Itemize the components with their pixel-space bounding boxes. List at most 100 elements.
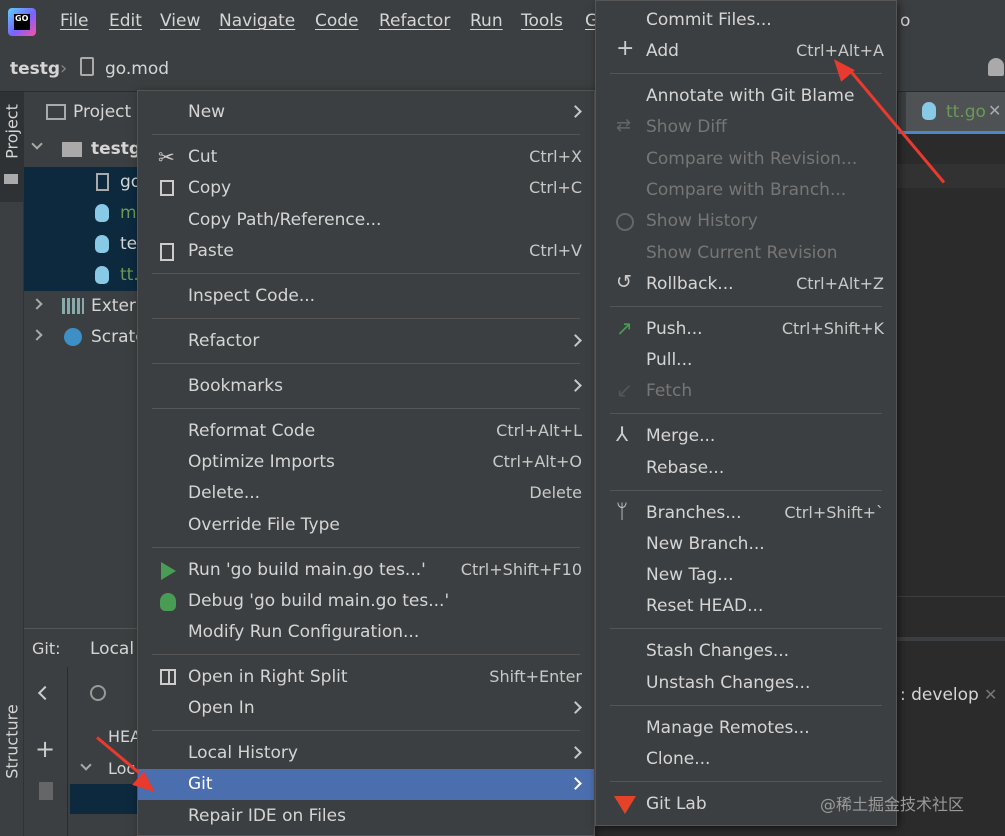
fetch-arrow-icon: ↙ — [616, 378, 633, 402]
menu-separator — [610, 781, 882, 782]
delete-icon[interactable] — [39, 782, 53, 800]
menu-item-paste[interactable]: Paste Ctrl+V — [138, 236, 594, 267]
tree-file-tt[interactable]: tt. — [24, 260, 139, 291]
menu-code[interactable]: Code — [315, 11, 359, 31]
menu-item-open-right-split[interactable]: Open in Right Split Shift+Enter — [138, 662, 594, 693]
menu-item-optimize-imports[interactable]: Optimize Imports Ctrl+Alt+O — [138, 447, 594, 478]
editor-tab-tt[interactable]: tt.go ✕ — [906, 92, 1005, 131]
menu-item-delete[interactable]: Delete... Delete — [138, 478, 594, 509]
git-menu-push[interactable]: ↗ Push... Ctrl+Shift+K — [596, 314, 896, 345]
menu-item-label: Open in Right Split — [188, 667, 348, 687]
git-panel-toolbar: + — [24, 667, 68, 836]
menu-item-open-in[interactable]: Open In — [138, 693, 594, 724]
menu-item-label: Push... — [646, 319, 703, 339]
menu-file[interactable]: File — [60, 11, 88, 31]
menu-item-inspect-code[interactable]: Inspect Code... — [138, 281, 594, 312]
goland-logo-icon[interactable]: GO — [8, 8, 36, 36]
menu-item-repair-ide[interactable]: Repair IDE on Files — [138, 801, 594, 832]
menu-item-shortcut: Ctrl+Alt+O — [492, 452, 582, 471]
menu-item-copy-path[interactable]: Copy Path/Reference... — [138, 205, 594, 236]
menu-refactor[interactable]: Refactor — [379, 11, 450, 31]
menu-item-cut[interactable]: ✂ Cut Ctrl+X — [138, 142, 594, 173]
menu-item-label: Branches... — [646, 503, 742, 523]
scratches-icon — [64, 328, 82, 346]
git-menu-show-history[interactable]: Show History — [596, 206, 896, 237]
git-menu-stash[interactable]: Stash Changes... — [596, 636, 896, 667]
git-menu-new-branch[interactable]: New Branch... — [596, 529, 896, 560]
project-tool-label: Project — [2, 104, 22, 159]
git-menu-add[interactable]: + Add Ctrl+Alt+A — [596, 36, 896, 67]
add-icon[interactable]: + — [35, 735, 55, 763]
tree-root-testg[interactable]: testg — [24, 134, 141, 165]
chevron-down-icon[interactable] — [80, 759, 92, 771]
editor-tab-label: tt.go — [946, 102, 986, 122]
menu-item-run[interactable]: Run 'go build main.go tes...' Ctrl+Shift… — [138, 555, 594, 586]
git-selected-row[interactable] — [70, 784, 138, 814]
menu-item-reformat-code[interactable]: Reformat Code Ctrl+Alt+L — [138, 416, 594, 447]
breadcrumb-file[interactable]: go.mod — [105, 59, 169, 79]
menu-item-label: Unstash Changes... — [646, 673, 811, 693]
git-menu-compare-revision[interactable]: Compare with Revision... — [596, 144, 896, 175]
editor-area[interactable] — [896, 136, 1005, 596]
git-menu-unstash[interactable]: Unstash Changes... — [596, 668, 896, 699]
menu-item-copy[interactable]: Copy Ctrl+C — [138, 173, 594, 204]
menu-item-shortcut: Ctrl+Shift+F10 — [460, 560, 582, 579]
git-menu-show-diff[interactable]: ⇄ Show Diff — [596, 112, 896, 143]
tree-scratches[interactable]: Scratc — [24, 322, 145, 353]
tree-file-label: te — [120, 234, 138, 254]
git-menu-show-current-revision[interactable]: Show Current Revision — [596, 238, 896, 269]
menu-separator — [610, 705, 882, 706]
menu-item-debug[interactable]: Debug 'go build main.go tes...' — [138, 586, 594, 617]
chevron-right-icon[interactable] — [31, 329, 43, 341]
git-menu-rollback[interactable]: ↺ Rollback... Ctrl+Alt+Z — [596, 269, 896, 300]
tree-file-test[interactable]: te — [24, 229, 138, 260]
branch-label[interactable]: : develop — [900, 685, 979, 705]
menu-item-shortcut: Ctrl+X — [529, 147, 582, 166]
menu-navigate[interactable]: Navigate — [219, 11, 295, 31]
close-icon[interactable]: ✕ — [988, 101, 1001, 120]
chevron-down-icon[interactable] — [31, 138, 43, 150]
git-menu-commit-files[interactable]: Commit Files... — [596, 5, 896, 36]
menu-tools[interactable]: Tools — [521, 11, 563, 31]
gopher-icon — [95, 235, 109, 253]
back-arrow-icon[interactable] — [37, 685, 53, 701]
user-icon[interactable] — [988, 58, 1004, 76]
menu-separator — [152, 363, 580, 364]
menu-view[interactable]: View — [160, 11, 200, 31]
menu-edit[interactable]: Edit — [109, 11, 142, 31]
project-panel-title[interactable]: Project — [73, 102, 131, 122]
menu-item-git[interactable]: Git — [138, 769, 594, 800]
git-menu-merge[interactable]: ⅄ Merge... — [596, 421, 896, 452]
project-tool-tab[interactable]: Project — [0, 92, 24, 202]
git-menu-new-tag[interactable]: New Tag... — [596, 560, 896, 591]
left-tool-strip: Project Structure — [0, 92, 24, 836]
structure-tool-label[interactable]: Structure — [3, 702, 22, 782]
tree-file-gomod[interactable]: go — [24, 167, 141, 198]
tree-file-main[interactable]: m — [24, 198, 138, 229]
git-local-tab[interactable]: Local — [90, 639, 134, 659]
breadcrumb-project[interactable]: testg — [10, 59, 60, 79]
git-menu-manage-remotes[interactable]: Manage Remotes... — [596, 713, 896, 744]
menu-item-modify-run-config[interactable]: Modify Run Configuration... — [138, 617, 594, 648]
clipboard-icon — [160, 243, 174, 261]
git-menu-branches[interactable]: ᛘ Branches... Ctrl+Shift+` — [596, 498, 896, 529]
submenu-arrow-icon — [569, 701, 582, 714]
tree-external-libraries[interactable]: Extern — [24, 291, 146, 322]
menu-item-refactor[interactable]: Refactor — [138, 326, 594, 357]
git-menu-pull[interactable]: Pull... — [596, 345, 896, 376]
menu-item-local-history[interactable]: Local History — [138, 738, 594, 769]
chevron-right-icon[interactable] — [31, 298, 43, 310]
close-icon[interactable]: ✕ — [984, 685, 997, 704]
menu-item-override-file-type[interactable]: Override File Type — [138, 510, 594, 541]
menu-item-new[interactable]: New — [138, 97, 594, 128]
menu-item-bookmarks[interactable]: Bookmarks — [138, 371, 594, 402]
git-menu-annotate[interactable]: Annotate with Git Blame — [596, 81, 896, 112]
git-menu-clone[interactable]: Clone... — [596, 744, 896, 775]
search-icon[interactable] — [90, 685, 106, 701]
git-menu-fetch[interactable]: ↙ Fetch — [596, 376, 896, 407]
git-menu-rebase[interactable]: Rebase... — [596, 453, 896, 484]
git-menu-reset-head[interactable]: Reset HEAD... — [596, 591, 896, 622]
git-menu-compare-branch[interactable]: Compare with Branch... — [596, 175, 896, 206]
menu-run[interactable]: Run — [470, 11, 503, 31]
menu-separator — [152, 273, 580, 274]
